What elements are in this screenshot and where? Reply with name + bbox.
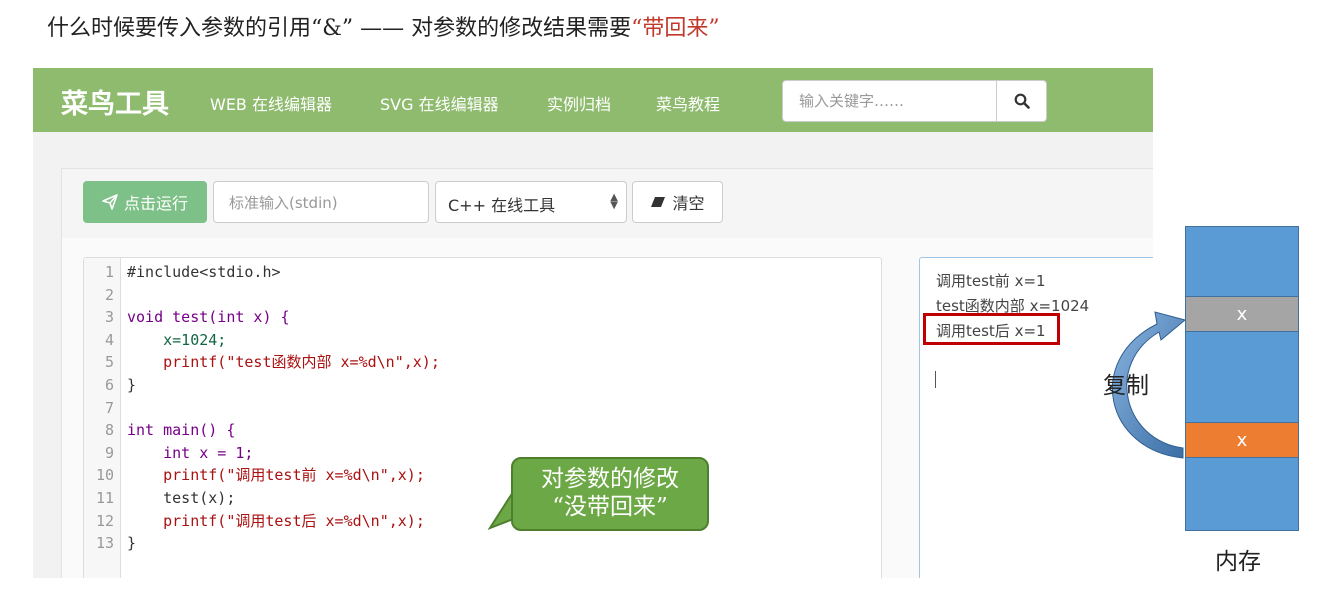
line-number: 1 — [104, 263, 114, 281]
search-box — [782, 80, 1047, 122]
line-number: 9 — [104, 443, 114, 462]
code-text: test(x); — [127, 489, 236, 507]
line-number: 10 — [95, 466, 114, 485]
output-line: 调用test前 x=1 — [936, 272, 1046, 290]
nav-svg-editor[interactable]: SVG 在线编辑器 — [380, 91, 499, 115]
run-button-label: 点击运行 — [123, 194, 188, 213]
code-text: x=1024; — [127, 330, 227, 349]
code-text: int x = 1; — [127, 443, 254, 462]
run-button[interactable]: 点击运行 — [83, 181, 207, 223]
code-text: } — [127, 534, 137, 553]
callout-bubble: 对参数的修改 “没带回来” — [511, 457, 709, 531]
code-line-text: #include<stdio.h> — [127, 263, 281, 281]
search-input[interactable] — [783, 81, 998, 121]
nav-web-editor[interactable]: WEB 在线编辑器 — [210, 91, 332, 115]
code-text: printf("调用test前 x=%d\n",x); — [127, 466, 425, 485]
nav-tutorial[interactable]: 菜鸟教程 — [656, 91, 720, 115]
copy-label: 复制 — [1103, 373, 1149, 399]
stdin-input[interactable]: 标准输入(stdin) — [213, 181, 429, 223]
code-text: printf("调用test后 x=%d\n",x); — [127, 511, 425, 530]
line-number: 11 — [95, 489, 114, 507]
navbar: 菜鸟工具 WEB 在线编辑器 SVG 在线编辑器 实例归档 菜鸟教程 — [33, 68, 1153, 132]
heading-text: 什么时候要传入参数的引用“&” —— 对参数的修改结果需要 — [47, 16, 632, 41]
line-number: 7 — [104, 398, 114, 417]
clear-button[interactable]: 清空 — [632, 181, 723, 223]
paper-plane-icon — [102, 194, 118, 210]
highlight-box — [923, 313, 1060, 345]
memory-cell-var: x — [1185, 422, 1299, 458]
page-heading: 什么时候要传入参数的引用“&” —— 对参数的修改结果需要“带回来” — [47, 10, 720, 42]
search-button[interactable] — [996, 81, 1046, 121]
eraser-icon — [651, 197, 666, 207]
line-number: 5 — [104, 353, 114, 372]
line-number: 12 — [95, 511, 114, 530]
code-editor[interactable]: 1 #include<stdio.h> 2 3 void test(int x) {… — [83, 257, 882, 578]
code-text: void test(int x) { — [127, 308, 290, 327]
code-text: printf("test函数内部 x=%d\n",x); — [127, 353, 440, 372]
search-icon — [1014, 93, 1030, 109]
language-select[interactable]: C++ 在线工具 ▲ ▼ — [435, 181, 627, 223]
code-text: #include<stdio.h> — [127, 261, 281, 284]
line-number: 2 — [104, 285, 114, 304]
line-number: 8 — [104, 421, 114, 440]
nav-examples[interactable]: 实例归档 — [547, 91, 611, 115]
code-text: int main() { — [127, 421, 236, 440]
memory-label: 内存 — [1215, 549, 1261, 575]
memory-cell-param: x — [1185, 296, 1299, 332]
callout-line-1: 对参数的修改 — [541, 466, 679, 492]
memory-block: x x — [1185, 226, 1299, 531]
line-number: 6 — [104, 376, 114, 394]
heading-highlight: “带回来” — [631, 16, 720, 41]
code-text: } — [127, 376, 137, 394]
line-number: 3 — [104, 308, 114, 327]
brand-logo[interactable]: 菜鸟工具 — [61, 82, 169, 121]
callout-line-2: “没带回来” — [552, 494, 668, 520]
select-arrows-icon: ▲ ▼ — [610, 192, 618, 211]
language-select-value: C++ 在线工具 — [448, 196, 556, 215]
line-number: 4 — [104, 330, 114, 349]
text-cursor — [935, 371, 936, 388]
line-number: 13 — [95, 534, 114, 553]
toolbar: 点击运行 标准输入(stdin) C++ 在线工具 ▲ ▼ 清空 — [61, 168, 1153, 240]
clear-button-label: 清空 — [672, 194, 705, 213]
